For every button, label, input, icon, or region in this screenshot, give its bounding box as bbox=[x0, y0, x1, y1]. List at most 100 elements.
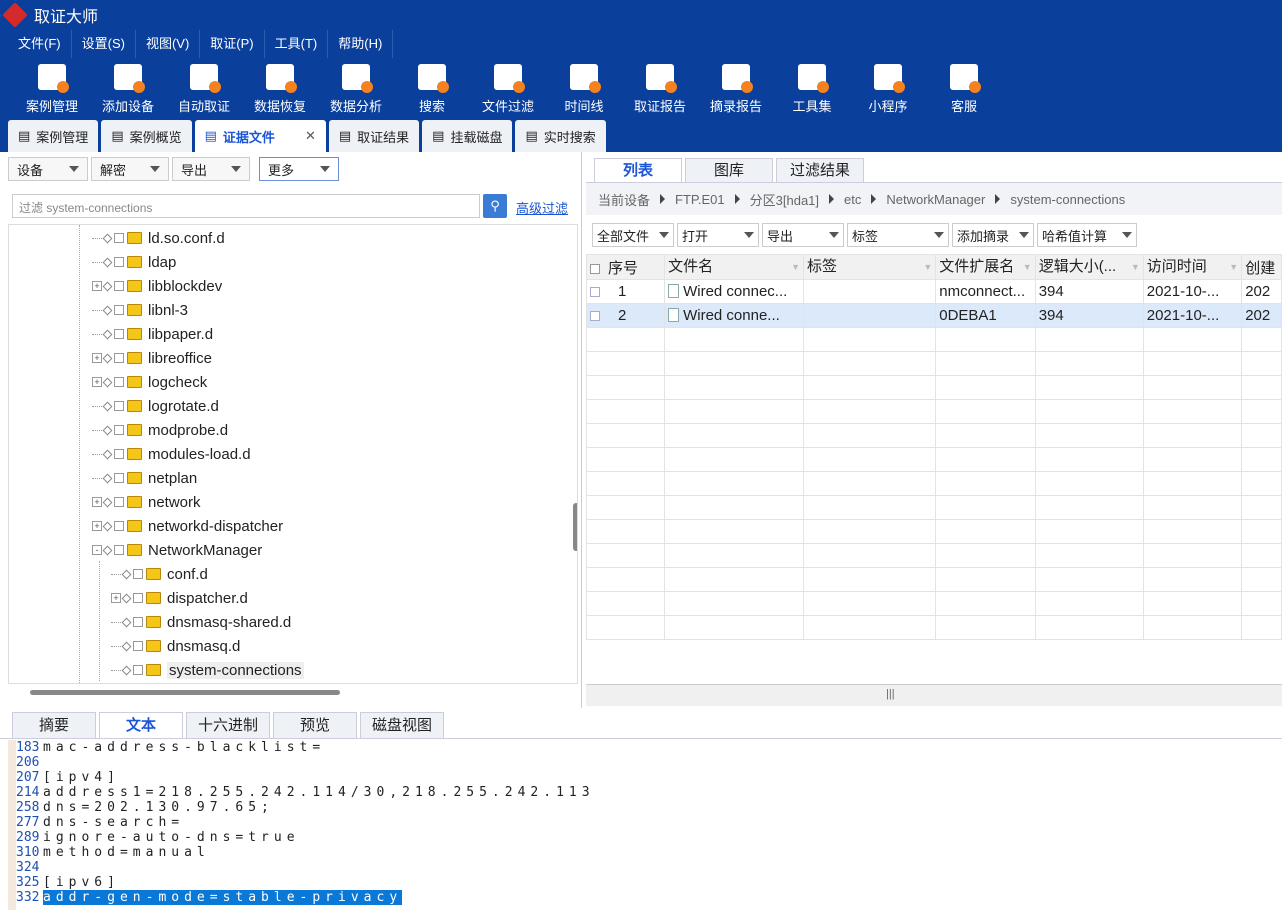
toolbar-button[interactable]: 数据恢复 bbox=[242, 58, 318, 120]
tree-node[interactable]: ld.so.conf.d bbox=[92, 226, 225, 250]
column-header[interactable]: 访问时间 ▼ bbox=[1142, 254, 1243, 280]
column-header[interactable]: 文件名 ▼ bbox=[664, 254, 805, 280]
breadcrumb-item[interactable]: etc bbox=[844, 192, 861, 207]
column-header[interactable]: 标签 ▼ bbox=[803, 254, 937, 280]
file-action-dropdown[interactable]: 打开 bbox=[677, 223, 759, 247]
toolbar-dropdown[interactable]: 设备 bbox=[8, 157, 88, 181]
toolbar-button[interactable]: 文件过滤 bbox=[470, 58, 546, 120]
file-action-dropdown[interactable]: 全部文件 bbox=[592, 223, 674, 247]
toolbar-button[interactable]: 添加设备 bbox=[90, 58, 166, 120]
expand-icon[interactable]: + bbox=[92, 521, 102, 531]
view-tab[interactable]: 图库 bbox=[685, 158, 773, 182]
tree-node[interactable]: + libblockdev bbox=[92, 274, 222, 298]
file-action-dropdown[interactable]: 标签 bbox=[847, 223, 949, 247]
menu-item[interactable]: 工具(T) bbox=[265, 30, 329, 58]
node-checkbox[interactable] bbox=[114, 233, 124, 243]
preview-tab[interactable]: 摘要 bbox=[12, 712, 96, 738]
node-checkbox[interactable] bbox=[133, 569, 143, 579]
tree-node[interactable]: + logcheck bbox=[92, 370, 207, 394]
tree-node[interactable]: modules-load.d bbox=[92, 442, 251, 466]
doc-tab[interactable]: ▤ 挂载磁盘 bbox=[422, 120, 513, 152]
toolbar-dropdown[interactable]: 导出 bbox=[172, 157, 250, 181]
toolbar-button[interactable]: 时间线 bbox=[546, 58, 622, 120]
node-checkbox[interactable] bbox=[114, 353, 124, 363]
expand-icon[interactable]: + bbox=[92, 353, 102, 363]
text-viewer[interactable]: 183 mac-address-blacklist= 206 207 [ipv4] 214… bbox=[8, 740, 1282, 910]
node-checkbox[interactable] bbox=[114, 545, 124, 555]
expand-icon[interactable]: + bbox=[111, 593, 121, 603]
node-checkbox[interactable] bbox=[114, 473, 124, 483]
toolbar-dropdown[interactable]: 解密 bbox=[91, 157, 169, 181]
menu-item[interactable]: 取证(P) bbox=[200, 30, 265, 58]
toolbar-button[interactable]: 搜索 bbox=[394, 58, 470, 120]
column-header[interactable]: 逻辑大小(... ▼ bbox=[1034, 254, 1144, 280]
breadcrumb-item[interactable]: 分区3[hda1] bbox=[750, 190, 819, 209]
toolbar-button[interactable]: 客服 bbox=[926, 58, 1002, 120]
node-checkbox[interactable] bbox=[133, 617, 143, 627]
menu-item[interactable]: 帮助(H) bbox=[328, 30, 394, 58]
column-header[interactable]: 文件扩展名 ▼ bbox=[935, 254, 1036, 280]
preview-tab[interactable]: 磁盘视图 bbox=[360, 712, 444, 738]
toolbar-button[interactable]: 数据分析 bbox=[318, 58, 394, 120]
tree-node[interactable]: dnsmasq-shared.d bbox=[111, 610, 291, 634]
filter-icon[interactable]: ▼ bbox=[1131, 256, 1140, 279]
node-checkbox[interactable] bbox=[114, 401, 124, 411]
close-icon[interactable]: ✕ bbox=[305, 128, 316, 144]
tree-node[interactable]: + dispatcher.d bbox=[111, 586, 248, 610]
filter-icon[interactable]: ▼ bbox=[1229, 256, 1238, 279]
filter-icon[interactable]: ▼ bbox=[923, 256, 932, 279]
doc-tab[interactable]: ▤ 案例管理 bbox=[8, 120, 99, 152]
breadcrumb-item[interactable]: FTP.E01 bbox=[675, 192, 725, 207]
preview-tab[interactable]: 文本 bbox=[99, 712, 183, 738]
tree-vertical-scrollbar[interactable] bbox=[573, 503, 577, 551]
tree-horizontal-scrollbar[interactable] bbox=[30, 690, 340, 695]
menu-item[interactable]: 视图(V) bbox=[136, 30, 201, 58]
preview-tab[interactable]: 预览 bbox=[273, 712, 357, 738]
menu-item[interactable]: 设置(S) bbox=[72, 30, 136, 58]
tree-node[interactable]: conf.d bbox=[111, 562, 208, 586]
doc-tab[interactable]: ▤ 案例概览 bbox=[101, 120, 192, 152]
row-checkbox[interactable] bbox=[590, 287, 600, 297]
node-checkbox[interactable] bbox=[114, 521, 124, 531]
node-checkbox[interactable] bbox=[114, 377, 124, 387]
tree-node[interactable]: libpaper.d bbox=[92, 322, 213, 346]
row-checkbox[interactable] bbox=[590, 311, 600, 321]
breadcrumb-item[interactable]: 当前设备 bbox=[598, 190, 650, 209]
toolbar-button[interactable]: 取证报告 bbox=[622, 58, 698, 120]
tree-node[interactable]: dnsmasq.d bbox=[111, 634, 240, 658]
node-checkbox[interactable] bbox=[114, 305, 124, 315]
search-button[interactable]: ⚲ bbox=[483, 194, 507, 218]
breadcrumb-item[interactable]: system-connections bbox=[1010, 192, 1125, 207]
menu-item[interactable]: 文件(F) bbox=[8, 30, 72, 58]
tree-node[interactable]: libnl-3 bbox=[92, 298, 188, 322]
node-checkbox[interactable] bbox=[114, 281, 124, 291]
column-header[interactable]: 创建 bbox=[1241, 254, 1282, 280]
tree-node[interactable]: - NetworkManager bbox=[92, 538, 262, 562]
tree-node[interactable]: ldap bbox=[92, 250, 176, 274]
file-list-horizontal-scrollbar[interactable]: ||| bbox=[586, 684, 1282, 706]
advanced-filter-link[interactable]: 高级过滤 bbox=[516, 198, 568, 217]
node-checkbox[interactable] bbox=[114, 425, 124, 435]
node-checkbox[interactable] bbox=[133, 665, 143, 675]
filter-icon[interactable]: ▼ bbox=[791, 256, 800, 279]
tree-node[interactable]: logrotate.d bbox=[92, 394, 219, 418]
node-checkbox[interactable] bbox=[114, 257, 124, 267]
doc-tab[interactable]: ▤ 实时搜索 bbox=[515, 120, 606, 152]
expand-icon[interactable]: + bbox=[92, 497, 102, 507]
select-all-checkbox[interactable] bbox=[590, 263, 600, 274]
filter-icon[interactable]: ▼ bbox=[1023, 256, 1032, 279]
table-row[interactable]: 1 Wired connec... nmconnect... 394 2021-10-.… bbox=[585, 279, 1282, 304]
toolbar-button[interactable]: 自动取证 bbox=[166, 58, 242, 120]
breadcrumb-item[interactable]: NetworkManager bbox=[886, 192, 985, 207]
file-action-dropdown[interactable]: 哈希值计算 bbox=[1037, 223, 1137, 247]
tree-node[interactable]: modprobe.d bbox=[92, 418, 228, 442]
node-checkbox[interactable] bbox=[114, 449, 124, 459]
expand-icon[interactable]: + bbox=[92, 281, 102, 291]
column-header[interactable]: 序号 bbox=[585, 254, 666, 280]
filter-input[interactable]: 过滤 system-connections bbox=[12, 194, 480, 218]
doc-tab[interactable]: ▤ 取证结果 bbox=[328, 120, 420, 152]
toolbar-button[interactable]: 小程序 bbox=[850, 58, 926, 120]
tree-node[interactable]: + networkd-dispatcher bbox=[92, 514, 283, 538]
tree-node[interactable]: system-connections bbox=[111, 658, 304, 682]
toolbar-button[interactable]: 摘录报告 bbox=[698, 58, 774, 120]
